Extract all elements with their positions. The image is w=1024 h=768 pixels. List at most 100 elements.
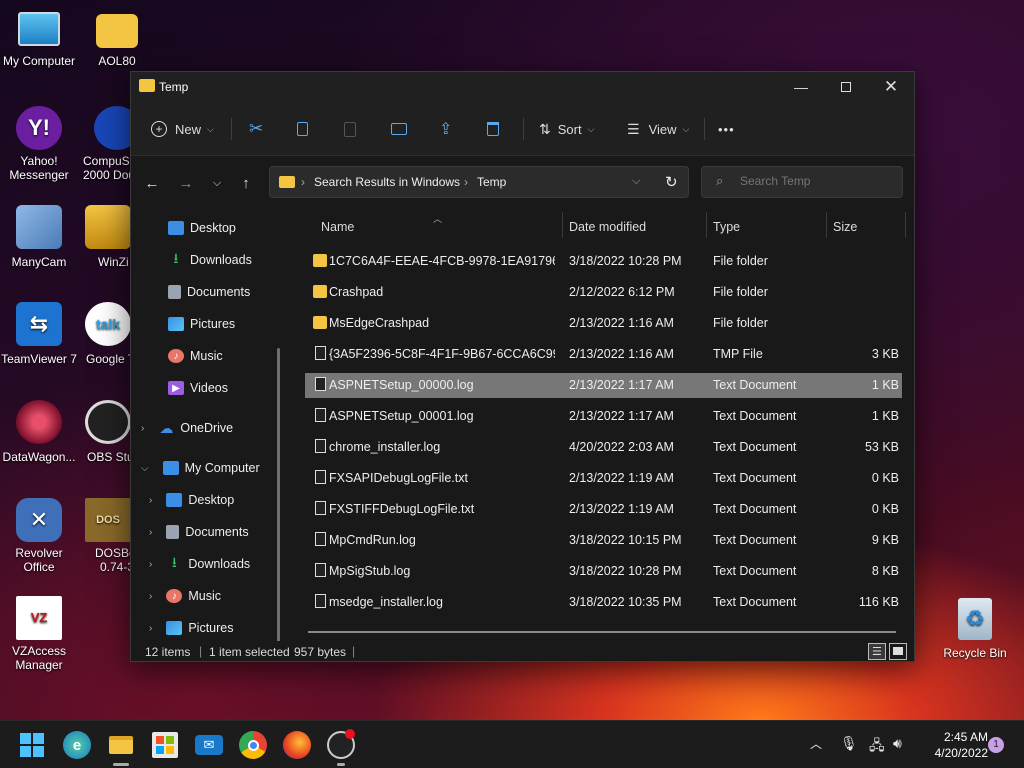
winzip-icon bbox=[85, 205, 131, 249]
details-view-button[interactable]: ☰ bbox=[868, 643, 886, 660]
cut-button[interactable]: ✂ bbox=[249, 114, 263, 144]
sort-button[interactable]: ⇅ Sort ⌵ bbox=[539, 114, 594, 144]
notification-badge[interactable]: 1 bbox=[988, 737, 1004, 753]
nav-item-pc-pictures[interactable]: › Pictures bbox=[149, 616, 234, 640]
paste-button[interactable] bbox=[344, 114, 356, 144]
file-row[interactable]: msedge_installer.log 3/18/2022 10:35 PM Te… bbox=[305, 590, 902, 615]
file-row[interactable]: ASPNETSetup_00001.log 2/13/2022 1:17 AM Te… bbox=[305, 404, 902, 429]
file-type: Text Document bbox=[713, 471, 797, 485]
desktop-icon-yahoo-messenger[interactable]: Y! Yahoo! Messenger bbox=[0, 106, 78, 182]
file-explorer-button[interactable] bbox=[107, 731, 135, 759]
chevron-right-icon[interactable]: › bbox=[149, 623, 152, 634]
breadcrumb-segment[interactable]: Temp bbox=[477, 175, 506, 189]
file-row[interactable]: MsEdgeCrashpad 2/13/2022 1:16 AM File fold… bbox=[305, 311, 902, 336]
file-row[interactable]: MpSigStub.log 3/18/2022 10:28 PM Text Docu… bbox=[305, 559, 902, 584]
desktop-icon-aol80[interactable]: AOL80 bbox=[78, 10, 156, 68]
mail-button[interactable]: ✉ bbox=[195, 735, 223, 755]
up-button[interactable]: ↑ bbox=[234, 171, 258, 195]
column-header-size[interactable]: Size bbox=[833, 212, 857, 242]
column-header-type[interactable]: Type bbox=[713, 212, 740, 242]
chevron-right-icon[interactable]: › bbox=[149, 559, 152, 570]
recent-locations-button[interactable]: ⌵ bbox=[205, 171, 229, 195]
file-row[interactable]: FXSAPIDebugLogFile.txt 2/13/2022 1:19 AM T… bbox=[305, 466, 902, 491]
nav-item-onedrive[interactable]: › ☁ OneDrive bbox=[141, 416, 233, 440]
firefox-button[interactable] bbox=[283, 731, 311, 759]
nav-item-pc-desktop[interactable]: › Desktop bbox=[149, 488, 234, 512]
column-divider[interactable] bbox=[706, 212, 707, 238]
desktop-icon-obs[interactable]: OBS Stu bbox=[78, 400, 138, 464]
desktop-icon-teamviewer[interactable]: ⇆ TeamViewer 7 bbox=[0, 302, 78, 366]
view-button[interactable]: ☰ View ⌵ bbox=[627, 114, 689, 144]
chevron-right-icon[interactable]: › bbox=[149, 527, 152, 538]
nav-item-music[interactable]: ♪ Music bbox=[168, 344, 223, 368]
clock[interactable]: 2:45 AM 4/20/2022 bbox=[922, 729, 988, 761]
nav-item-my-computer[interactable]: ⌵ My Computer bbox=[141, 456, 260, 480]
file-row[interactable]: ASPNETSetup_00000.log 2/13/2022 1:17 AM Te… bbox=[305, 373, 902, 398]
desktop-icon-vzaccess[interactable]: VZ VZAccess Manager bbox=[0, 596, 78, 672]
nav-item-pictures[interactable]: Pictures 📌︎ bbox=[168, 312, 235, 336]
column-divider[interactable] bbox=[826, 212, 827, 238]
column-divider[interactable] bbox=[562, 212, 563, 238]
nav-item-videos[interactable]: ▶ Videos bbox=[168, 376, 228, 400]
column-header-date[interactable]: Date modified bbox=[569, 212, 646, 242]
forward-button[interactable]: → bbox=[174, 171, 198, 195]
new-button[interactable]: + New ⌵ bbox=[151, 114, 214, 144]
show-hidden-icons-chevron-icon[interactable]: ︿ bbox=[810, 735, 822, 752]
nav-item-desktop[interactable]: Desktop 📌︎ bbox=[168, 216, 236, 240]
nav-item-label: Downloads bbox=[190, 253, 252, 267]
more-options-button[interactable]: ••• bbox=[718, 114, 735, 144]
desktop-icon-revolver-office[interactable]: ✕ Revolver Office bbox=[0, 498, 78, 574]
delete-button[interactable] bbox=[487, 114, 499, 144]
file-row[interactable]: Crashpad 2/12/2022 6:12 PM File folder bbox=[305, 280, 902, 305]
back-button[interactable]: ← bbox=[140, 171, 164, 195]
search-input[interactable] bbox=[740, 174, 890, 188]
address-history-chevron-icon[interactable]: ⌵ bbox=[632, 175, 640, 188]
nav-item-documents[interactable]: Documents 📌︎ bbox=[168, 280, 250, 304]
file-row[interactable]: 1C7C6A4F-EEAE-4FCB-9978-1EA9179677... 3/1… bbox=[305, 249, 902, 274]
desktop-icon-recycle-bin[interactable]: ♻ Recycle Bin bbox=[936, 598, 1014, 660]
column-header-name[interactable]: Name bbox=[321, 212, 354, 242]
volume-icon[interactable]: 🔊︎ bbox=[893, 735, 902, 752]
desktop-icon-winzip[interactable]: WinZi bbox=[78, 205, 138, 269]
store-button[interactable] bbox=[151, 731, 179, 759]
search-box[interactable]: ⌕ bbox=[701, 166, 903, 198]
edge-button[interactable]: e bbox=[63, 731, 91, 759]
share-button[interactable]: ⇪ bbox=[439, 114, 452, 144]
file-row[interactable]: chrome_installer.log 4/20/2022 2:03 AM Tex… bbox=[305, 435, 902, 460]
nav-item-pc-music[interactable]: › ♪ Music bbox=[149, 584, 221, 608]
nav-item-pc-documents[interactable]: › Documents bbox=[149, 520, 249, 544]
rename-button[interactable] bbox=[391, 114, 407, 144]
desktop-icon-dosbox[interactable]: DOS DOSBo 0.74-3 bbox=[78, 498, 138, 574]
chevron-right-icon[interactable]: › bbox=[149, 495, 152, 506]
desktop-icon-compuserve[interactable]: CompuS 2000 Dou bbox=[78, 106, 138, 182]
file-row[interactable]: MpCmdRun.log 3/18/2022 10:15 PM Text Docum… bbox=[305, 528, 902, 553]
nav-item-downloads[interactable]: ⭳ Downloads 📌︎ bbox=[168, 248, 252, 272]
breadcrumb-segment[interactable]: Search Results in Windows bbox=[314, 175, 460, 189]
title-bar[interactable]: Temp — ✕ bbox=[131, 72, 914, 102]
chevron-down-icon[interactable]: ⌵ bbox=[141, 463, 149, 474]
file-row[interactable]: {3A5F2396-5C8F-4F1F-9B67-6CCA6C990E... 2/… bbox=[305, 342, 902, 367]
refresh-icon[interactable]: ↻ bbox=[665, 173, 678, 191]
chevron-right-icon[interactable]: › bbox=[141, 423, 144, 434]
maximize-button[interactable] bbox=[823, 72, 869, 102]
desktop-icon-datawagon[interactable]: DataWagon... bbox=[0, 400, 78, 464]
desktop-icon-manycam[interactable]: ManyCam bbox=[0, 205, 78, 269]
copy-button[interactable] bbox=[297, 114, 308, 144]
close-button[interactable]: ✕ bbox=[868, 72, 914, 102]
chrome-button[interactable] bbox=[239, 731, 267, 759]
file-row[interactable]: FXSTIFFDebugLogFile.txt 2/13/2022 1:19 AM… bbox=[305, 497, 902, 522]
sort-icon: ⇅ bbox=[539, 120, 551, 137]
nav-item-pc-downloads[interactable]: › ⭳ Downloads bbox=[149, 552, 250, 576]
minimize-button[interactable]: — bbox=[778, 72, 824, 102]
microphone-icon[interactable]: 🎙︎ bbox=[840, 735, 858, 752]
address-bar[interactable]: › Search Results in Windows › Temp ⌵ ↻ bbox=[269, 166, 689, 198]
tiles-view-button[interactable] bbox=[889, 643, 907, 660]
desktop-icon-my-computer[interactable]: My Computer bbox=[0, 10, 78, 68]
column-divider[interactable] bbox=[905, 212, 906, 238]
start-button[interactable] bbox=[18, 731, 46, 759]
chevron-right-icon[interactable]: › bbox=[149, 591, 152, 602]
network-icon[interactable]: 🖧︎ bbox=[869, 735, 885, 759]
navigation-scrollbar[interactable] bbox=[277, 348, 280, 641]
desktop-icon-google-talk[interactable]: talk Google T bbox=[78, 302, 138, 366]
horizontal-scrollbar[interactable] bbox=[308, 631, 896, 633]
